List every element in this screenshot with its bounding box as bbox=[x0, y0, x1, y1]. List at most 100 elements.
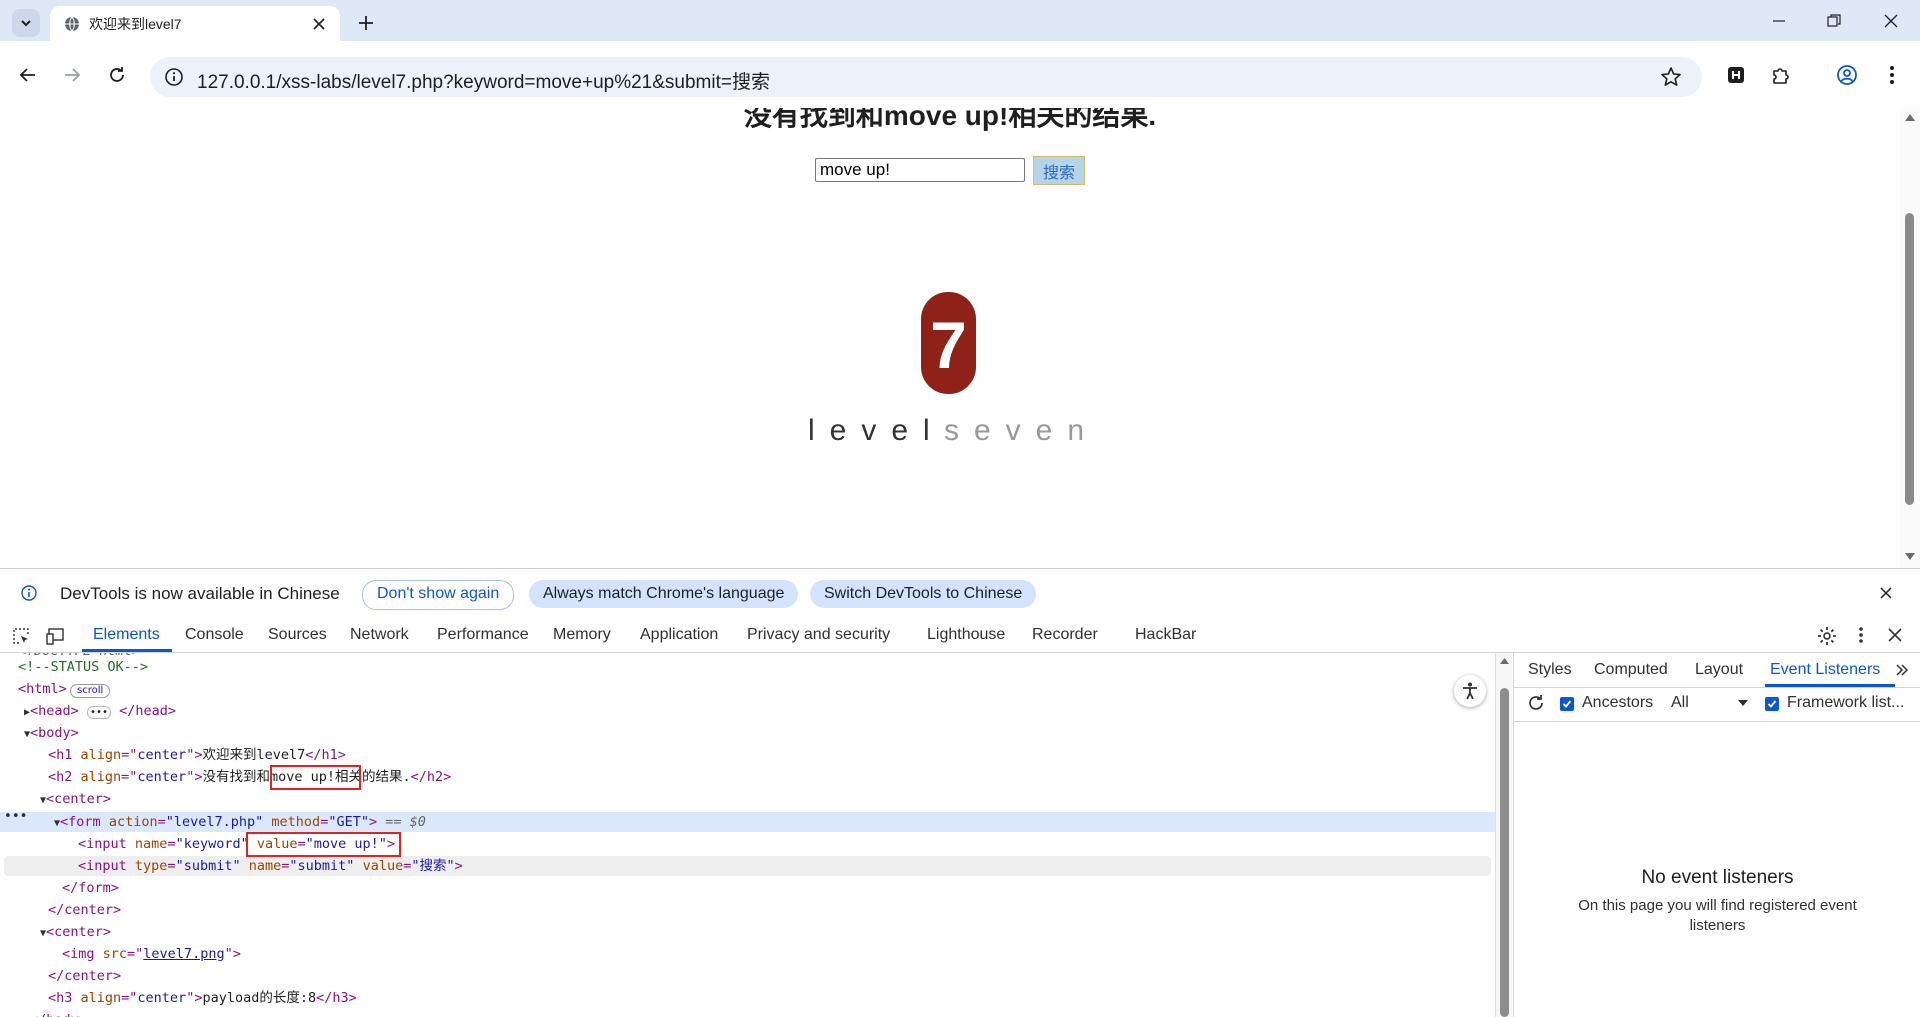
head-node[interactable]: ▶<head> ••• </head> bbox=[24, 701, 176, 721]
more-tabs-chevron-icon[interactable] bbox=[1895, 663, 1909, 677]
center-node[interactable]: ▼<center> bbox=[40, 789, 111, 809]
active-tab-indicator bbox=[82, 649, 172, 652]
html-node[interactable]: <html> bbox=[18, 679, 67, 699]
page-scroll-thumb[interactable] bbox=[1905, 213, 1914, 505]
dom-scroll-thumb[interactable] bbox=[1500, 688, 1509, 1017]
tab-elements[interactable]: Elements bbox=[93, 626, 160, 644]
center-close-node-2[interactable]: </center> bbox=[48, 966, 121, 986]
level-seven-logo: 7 level seven bbox=[800, 292, 1100, 462]
active-side-tab-indicator bbox=[1765, 684, 1895, 687]
switch-devtools-language-button[interactable]: Switch DevTools to Chinese bbox=[810, 580, 1037, 608]
h2-node[interactable]: <h2 align="center">没有找到和move up!相关的结果.</… bbox=[48, 767, 451, 787]
framework-listeners-label: Framework list... bbox=[1787, 694, 1905, 711]
tab-title: 欢迎来到level7 bbox=[89, 16, 182, 32]
refresh-icon[interactable] bbox=[1527, 694, 1545, 712]
close-tab-icon[interactable] bbox=[309, 14, 329, 34]
logo-word-seven: seven bbox=[944, 414, 1099, 447]
tab-recorder[interactable]: Recorder bbox=[1032, 626, 1098, 644]
tab-performance[interactable]: Performance bbox=[437, 626, 529, 644]
body-close-node[interactable]: </body> bbox=[30, 1010, 87, 1017]
restore-icon[interactable] bbox=[1805, 0, 1863, 41]
forward-arrow-icon[interactable] bbox=[57, 60, 87, 90]
tab-privacy-security[interactable]: Privacy and security bbox=[747, 626, 890, 644]
logo-numeral: 7 bbox=[930, 308, 967, 382]
form-close-node[interactable]: </form> bbox=[62, 878, 119, 898]
devtools-tab-bar: Elements Console Sources Network Perform… bbox=[0, 618, 1920, 653]
tab-styles[interactable]: Styles bbox=[1528, 661, 1572, 679]
reload-icon[interactable] bbox=[102, 60, 132, 90]
close-devtools-icon[interactable] bbox=[1888, 628, 1902, 642]
devtools-menu-icon[interactable] bbox=[1858, 626, 1864, 644]
h3-node[interactable]: <h3 align="center">payload的长度:8</h3> bbox=[48, 988, 357, 1008]
event-filter-select[interactable]: All bbox=[1671, 694, 1689, 712]
site-info-icon[interactable] bbox=[164, 67, 184, 87]
page-viewport: 没有找到和move up!相关的结果. 搜索 7 level seven bbox=[0, 108, 1920, 568]
tab-memory[interactable]: Memory bbox=[553, 626, 611, 644]
back-arrow-icon[interactable] bbox=[13, 60, 43, 90]
extensions-puzzle-icon[interactable] bbox=[1766, 60, 1796, 90]
more-actions-icon[interactable]: ••• bbox=[4, 809, 27, 824]
center-node-2[interactable]: ▼<center> bbox=[40, 922, 111, 942]
tab-application[interactable]: Application bbox=[640, 626, 718, 644]
scroll-up-arrow-icon[interactable] bbox=[1905, 114, 1915, 121]
tab-computed[interactable]: Computed bbox=[1594, 661, 1668, 679]
form-node[interactable]: ▼<form action="level7.php" method="GET">… bbox=[54, 812, 426, 832]
dont-show-again-button[interactable]: Don't show again bbox=[362, 580, 515, 610]
highlight-box-h2 bbox=[270, 765, 361, 790]
h1-node[interactable]: <h1 align="center">欢迎来到level7</h1> bbox=[48, 745, 346, 765]
submit-name-value: "submit" bbox=[289, 858, 355, 874]
sidebar-pane: Styles Computed Layout Event Listeners A… bbox=[1513, 653, 1920, 1017]
body-node[interactable]: ▼<body> bbox=[24, 723, 79, 743]
toolbar-divider bbox=[1514, 721, 1920, 722]
browser-menu-icon[interactable] bbox=[1877, 60, 1907, 90]
tab-strip: 欢迎来到level7 bbox=[0, 0, 1920, 41]
scroll-badge[interactable]: scroll bbox=[70, 684, 111, 698]
close-infobar-icon[interactable] bbox=[1880, 587, 1892, 599]
h3-text: payload的长度:8 bbox=[202, 990, 317, 1006]
settings-gear-icon[interactable] bbox=[1817, 626, 1837, 646]
scroll-down-arrow-icon[interactable] bbox=[1905, 553, 1915, 560]
dropdown-arrow-icon[interactable] bbox=[1738, 700, 1748, 706]
accessibility-tree-icon[interactable] bbox=[1454, 675, 1486, 707]
img-node[interactable]: <img src="level7.png"> bbox=[62, 944, 241, 964]
img-src-link[interactable]: level7.png bbox=[143, 946, 224, 962]
browser-tab[interactable]: 欢迎来到level7 bbox=[50, 6, 340, 41]
sidebar-tab-bar: Styles Computed Layout Event Listeners bbox=[1514, 653, 1920, 688]
status-comment-line: <!--STATUS OK--> bbox=[18, 659, 149, 675]
tab-sources[interactable]: Sources bbox=[268, 626, 327, 644]
scroll-up-arrow-icon[interactable] bbox=[1500, 658, 1509, 664]
h1-text: 欢迎来到level7 bbox=[202, 747, 306, 763]
ancestors-label: Ancestors bbox=[1582, 694, 1654, 711]
tab-layout[interactable]: Layout bbox=[1695, 661, 1743, 679]
profile-avatar-icon[interactable] bbox=[1832, 60, 1862, 90]
logo-word-level: level bbox=[808, 414, 945, 447]
center-close-node[interactable]: </center> bbox=[48, 900, 121, 920]
form-action-value: "level7.php" bbox=[165, 814, 264, 830]
hackbar-extension-icon[interactable] bbox=[1721, 60, 1751, 90]
submit-input-node[interactable]: <input type="submit" name="submit" value… bbox=[78, 856, 463, 876]
url-text[interactable]: 127.0.0.1/xss-labs/level7.php?keyword=mo… bbox=[197, 67, 770, 94]
device-toolbar-icon[interactable] bbox=[46, 627, 66, 645]
tab-hackbar[interactable]: HackBar bbox=[1135, 626, 1196, 644]
tab-search-button[interactable] bbox=[12, 9, 40, 37]
tab-network[interactable]: Network bbox=[350, 626, 409, 644]
inspect-element-icon[interactable] bbox=[12, 627, 30, 645]
tab-lighthouse[interactable]: Lighthouse bbox=[927, 626, 1005, 644]
framework-listeners-checkbox[interactable] bbox=[1765, 697, 1779, 711]
search-submit-button[interactable]: 搜索 bbox=[1033, 156, 1085, 185]
bookmark-star-icon[interactable] bbox=[1660, 66, 1682, 88]
dom-scrollbar[interactable] bbox=[1495, 653, 1512, 1017]
tab-event-listeners[interactable]: Event Listeners bbox=[1770, 661, 1880, 679]
page-scrollbar[interactable] bbox=[1900, 108, 1920, 568]
globe-icon bbox=[64, 16, 80, 32]
close-window-icon[interactable] bbox=[1862, 0, 1920, 41]
always-match-language-button[interactable]: Always match Chrome's language bbox=[529, 580, 799, 608]
address-bar[interactable]: 127.0.0.1/xss-labs/level7.php?keyword=mo… bbox=[150, 57, 1702, 97]
tab-console[interactable]: Console bbox=[185, 626, 244, 644]
empty-state-title: No event listeners bbox=[1641, 867, 1794, 888]
new-tab-icon[interactable] bbox=[354, 11, 378, 35]
ancestors-checkbox[interactable] bbox=[1560, 697, 1574, 711]
input-name-value: "keyword" bbox=[175, 836, 249, 852]
keyword-input[interactable] bbox=[815, 158, 1025, 182]
minimize-icon[interactable] bbox=[1750, 0, 1808, 41]
